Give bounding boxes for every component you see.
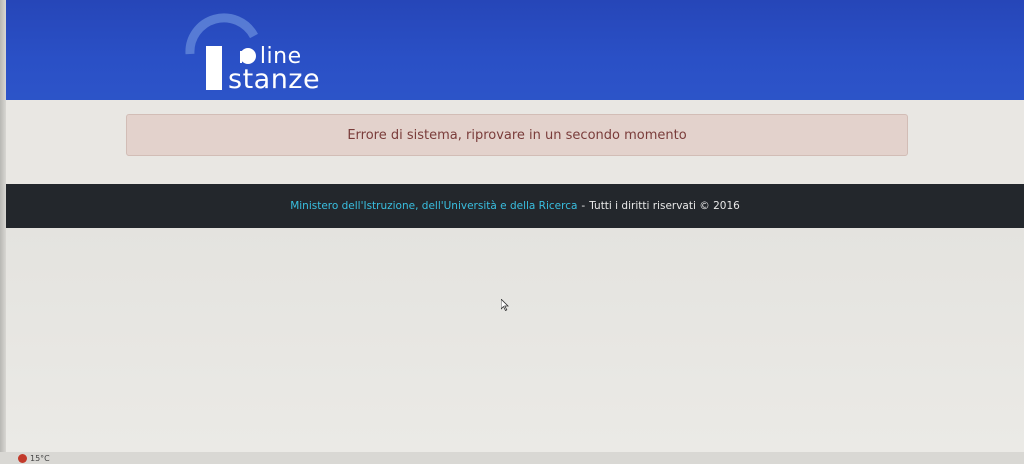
screen: n line stanze Errore di sistema, riprova…: [0, 0, 1024, 464]
footer-separator: -: [581, 200, 586, 212]
istanze-online-logo[interactable]: n line stanze: [182, 6, 332, 98]
site-footer: Ministero dell'Istruzione, dell'Universi…: [6, 184, 1024, 228]
empty-page-area: [6, 228, 1024, 452]
site-header: n line stanze: [6, 0, 1024, 108]
main-content: Errore di sistema, riprovare in un secon…: [6, 100, 1024, 184]
ministry-link[interactable]: Ministero dell'Istruzione, dell'Universi…: [290, 200, 577, 212]
mouse-pointer-icon: [501, 299, 509, 311]
os-taskbar: 15°C: [0, 452, 1024, 464]
weather-alert-icon[interactable]: [18, 453, 27, 463]
error-message: Errore di sistema, riprovare in un secon…: [347, 127, 687, 143]
error-alert: Errore di sistema, riprovare in un secon…: [126, 114, 908, 156]
logo-stanze-text: stanze: [228, 64, 321, 95]
copyright-text: Tutti i diritti riservati © 2016: [589, 200, 740, 212]
temperature-readout[interactable]: 15°C: [30, 454, 50, 463]
